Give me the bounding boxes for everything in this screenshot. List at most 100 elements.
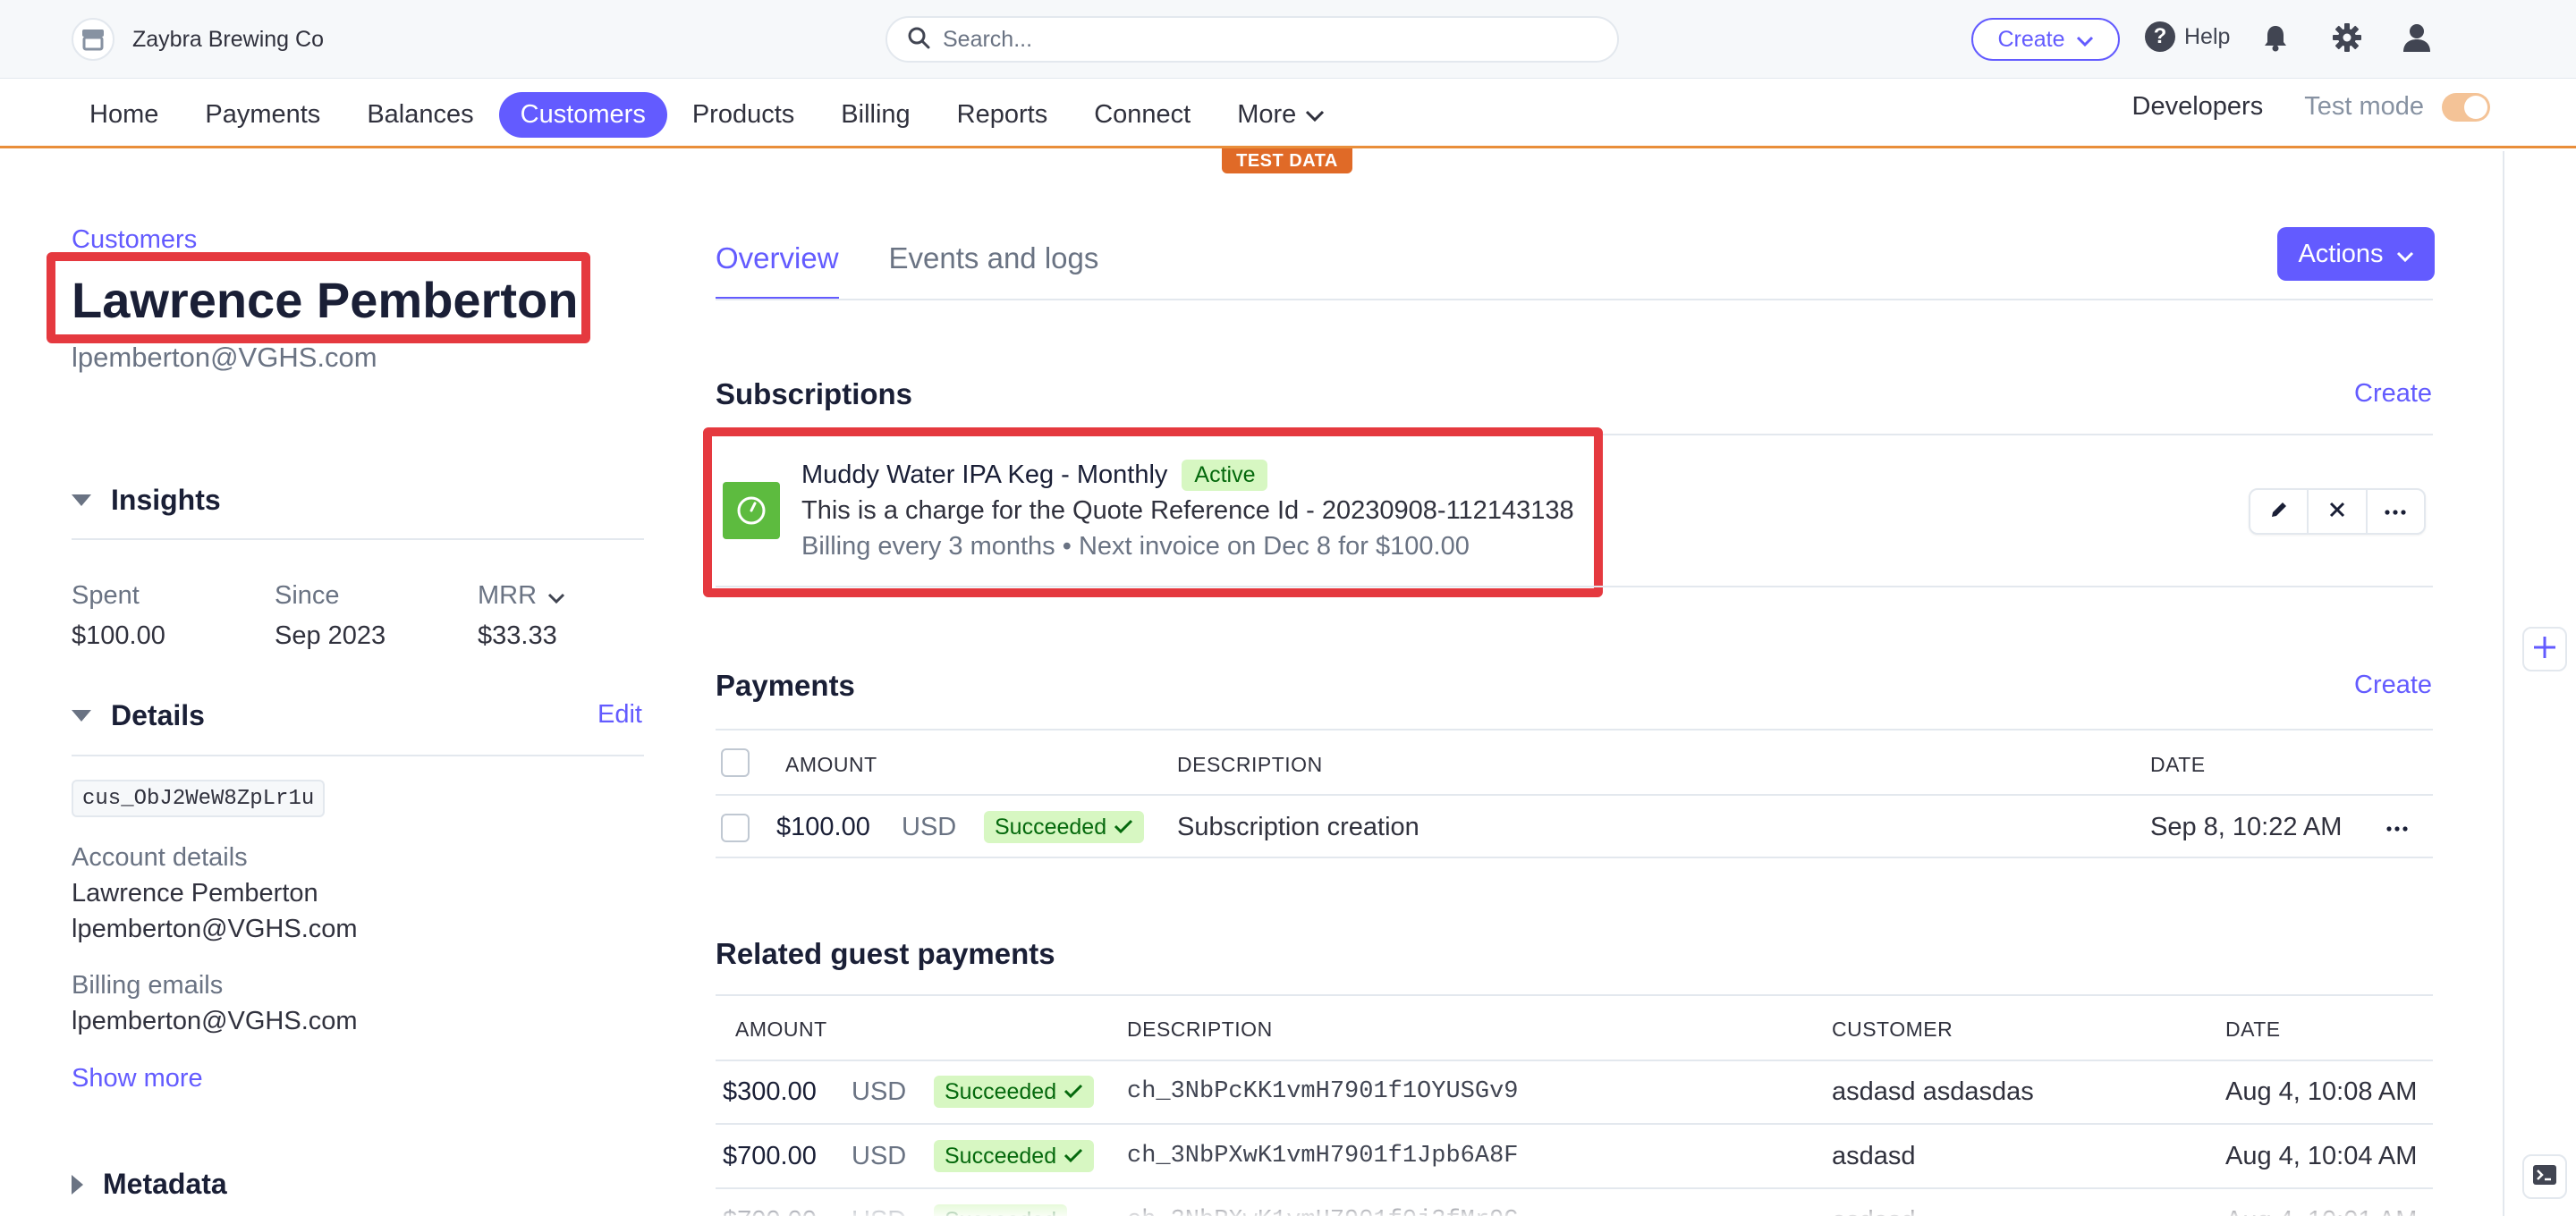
subscription-title[interactable]: Muddy Water IPA Keg - Monthly Active bbox=[801, 460, 1268, 491]
customer-id[interactable]: cus_ObJ2WeW8ZpLr1u bbox=[72, 780, 326, 817]
status-label: Succeeded bbox=[945, 1078, 1057, 1104]
status-badge: Succeeded bbox=[934, 1140, 1095, 1172]
status-label: Succeeded bbox=[945, 1143, 1057, 1169]
payment-date: Sep 8, 10:22 AM bbox=[2150, 813, 2343, 841]
column-header-description: DESCRIPTION bbox=[1177, 753, 1323, 776]
payment-amount: $100.00 bbox=[776, 813, 870, 841]
more-icon bbox=[2385, 503, 2406, 519]
column-header-customer: CUSTOMER bbox=[1832, 1018, 1953, 1041]
test-mode-toggle[interactable]: Test mode bbox=[2304, 92, 2490, 122]
plus-icon bbox=[2531, 634, 2558, 665]
breadcrumb-customers[interactable]: Customers bbox=[72, 225, 197, 255]
nav-connect[interactable]: Connect bbox=[1072, 92, 1212, 138]
select-all-checkbox[interactable] bbox=[721, 748, 750, 777]
settings-button[interactable] bbox=[2327, 20, 2367, 59]
divider bbox=[72, 538, 644, 540]
metadata-toggle[interactable]: Metadata bbox=[72, 1168, 227, 1201]
chevron-down-icon bbox=[2076, 27, 2094, 53]
chevron-down-icon bbox=[2396, 240, 2414, 269]
payment-date: Aug 4, 10:01 AM bbox=[2225, 1206, 2417, 1216]
create-subscription-link[interactable]: Create bbox=[2354, 379, 2432, 409]
subscription-description: This is a charge for the Quote Reference… bbox=[801, 496, 1574, 525]
nav-more[interactable]: More bbox=[1216, 92, 1346, 138]
help-label: Help bbox=[2184, 23, 2231, 49]
nav-customers[interactable]: Customers bbox=[498, 92, 667, 138]
column-header-amount: AMOUNT bbox=[735, 1018, 827, 1041]
status-badge: Succeeded bbox=[934, 1204, 1068, 1216]
tab-bar: Overview Events and logs bbox=[716, 241, 1098, 300]
subscription-icon bbox=[723, 482, 780, 539]
actions-label: Actions bbox=[2298, 239, 2384, 268]
divider bbox=[716, 794, 2433, 796]
divider bbox=[716, 1123, 2433, 1125]
developers-link[interactable]: Developers bbox=[2132, 92, 2264, 122]
edit-subscription-button[interactable] bbox=[2250, 490, 2307, 533]
top-bar: Zaybra Brewing Co Create ? Help bbox=[0, 0, 2576, 79]
store-icon bbox=[72, 18, 114, 61]
divider bbox=[716, 299, 2433, 300]
subscription-actions bbox=[2249, 488, 2426, 535]
nav-balances[interactable]: Balances bbox=[345, 92, 495, 138]
page-title: Lawrence Pemberton bbox=[72, 272, 579, 328]
edit-details-link[interactable]: Edit bbox=[597, 700, 642, 730]
stat-label: Since bbox=[275, 581, 340, 610]
caret-down-icon bbox=[72, 710, 91, 722]
stat-value: $33.33 bbox=[478, 621, 557, 650]
subscriptions-heading: Subscriptions bbox=[716, 377, 913, 410]
mrr-dropdown[interactable]: MRR bbox=[478, 581, 565, 611]
payment-amount: $300.00 bbox=[723, 1077, 817, 1106]
guest-payments-heading: Related guest payments bbox=[716, 937, 1055, 970]
nav-payments[interactable]: Payments bbox=[183, 92, 342, 138]
nav-reports[interactable]: Reports bbox=[936, 92, 1070, 138]
account-switcher[interactable]: Zaybra Brewing Co bbox=[72, 18, 324, 61]
row-checkbox[interactable] bbox=[721, 814, 750, 842]
nav-home[interactable]: Home bbox=[68, 92, 180, 138]
billing-emails-label: Billing emails bbox=[72, 971, 224, 1000]
help-button[interactable]: ? Help bbox=[2145, 21, 2230, 52]
bell-icon bbox=[2262, 23, 2289, 56]
stat-since: Since Sep 2023 bbox=[275, 581, 386, 651]
help-icon: ? bbox=[2145, 21, 2175, 52]
add-panel-button[interactable] bbox=[2522, 627, 2567, 671]
column-header-amount: AMOUNT bbox=[785, 753, 877, 776]
search-bar[interactable] bbox=[886, 16, 1619, 63]
payment-amount: $700.00 bbox=[723, 1206, 817, 1216]
payments-heading: Payments bbox=[716, 669, 855, 702]
account-name-value: Lawrence Pemberton bbox=[72, 879, 318, 908]
details-title: Details bbox=[111, 699, 205, 731]
create-payment-link[interactable]: Create bbox=[2354, 671, 2432, 700]
divider bbox=[716, 857, 2433, 858]
more-subscription-button[interactable] bbox=[2365, 490, 2424, 533]
profile-button[interactable] bbox=[2397, 20, 2436, 59]
insights-toggle[interactable]: Insights bbox=[72, 484, 221, 517]
payment-customer: asdasd bbox=[1832, 1206, 1916, 1216]
customer-email: lpemberton@VGHS.com bbox=[72, 342, 377, 373]
toggle-switch[interactable] bbox=[2442, 92, 2490, 122]
cancel-subscription-button[interactable] bbox=[2307, 490, 2365, 533]
show-more-link[interactable]: Show more bbox=[72, 1064, 203, 1094]
pencil-icon bbox=[2268, 499, 2290, 525]
details-toggle[interactable]: Details bbox=[72, 699, 205, 732]
subscription-billing: Billing every 3 months • Next invoice on… bbox=[801, 532, 1470, 561]
shell-button[interactable] bbox=[2522, 1154, 2567, 1199]
divider bbox=[716, 1187, 2433, 1189]
stat-mrr: MRR $33.33 bbox=[478, 581, 565, 651]
main-nav: Home Payments Balances Customers Product… bbox=[0, 79, 2576, 148]
caret-down-icon bbox=[72, 494, 91, 506]
actions-button[interactable]: Actions bbox=[2277, 227, 2435, 281]
nav-products[interactable]: Products bbox=[671, 92, 816, 138]
metadata-title: Metadata bbox=[103, 1168, 227, 1200]
tab-overview[interactable]: Overview bbox=[716, 241, 839, 300]
divider bbox=[72, 755, 644, 756]
status-badge: Succeeded bbox=[934, 1076, 1095, 1108]
tab-events-and-logs[interactable]: Events and logs bbox=[889, 241, 1099, 300]
row-more-button[interactable] bbox=[2383, 814, 2411, 842]
search-input[interactable] bbox=[943, 26, 1569, 53]
divider bbox=[716, 994, 2433, 996]
nav-billing[interactable]: Billing bbox=[819, 92, 931, 138]
create-menu-button[interactable]: Create bbox=[1971, 18, 2120, 61]
chevron-down-icon bbox=[1305, 100, 1325, 130]
notifications-button[interactable] bbox=[2256, 20, 2295, 59]
column-header-description: DESCRIPTION bbox=[1127, 1018, 1273, 1041]
terminal-icon bbox=[2532, 1164, 2557, 1190]
